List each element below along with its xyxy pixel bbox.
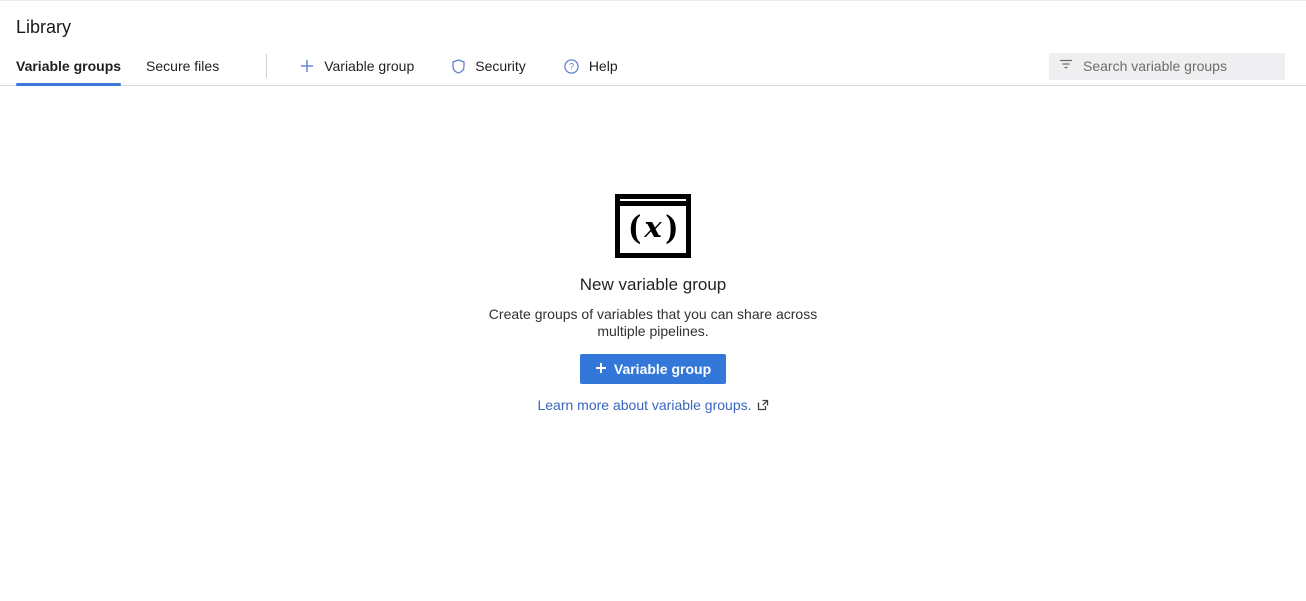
- learn-more-link[interactable]: Learn more about variable groups.: [537, 397, 751, 413]
- plus-icon: [300, 59, 314, 73]
- toolbar: Variable groups Secure files Variable gr…: [0, 47, 1306, 86]
- add-variable-group-button[interactable]: Variable group: [300, 58, 414, 74]
- security-label: Security: [475, 58, 526, 74]
- page-header: Library: [0, 1, 1306, 38]
- learn-more-row: Learn more about variable groups.: [0, 397, 1306, 413]
- add-variable-group-label: Variable group: [324, 58, 414, 74]
- help-circle-icon: ?: [564, 59, 579, 74]
- icon-paren-open: (: [628, 211, 641, 244]
- security-button[interactable]: Security: [452, 58, 526, 74]
- icon-variable-x: x: [642, 213, 663, 242]
- filter-icon: [1059, 57, 1073, 75]
- tab-variable-groups[interactable]: Variable groups: [16, 47, 121, 85]
- empty-state-description: Create groups of variables that you can …: [488, 306, 818, 340]
- help-label: Help: [589, 58, 618, 74]
- external-link-icon: [757, 399, 769, 411]
- shield-icon: [452, 59, 465, 74]
- create-variable-group-label: Variable group: [614, 361, 711, 377]
- plus-icon: [595, 361, 607, 377]
- window-titlebar: [620, 199, 686, 206]
- create-variable-group-button[interactable]: Variable group: [580, 354, 726, 384]
- icon-paren-close: ): [665, 211, 678, 244]
- tab-secure-files[interactable]: Secure files: [146, 47, 219, 85]
- help-button[interactable]: ? Help: [564, 58, 618, 74]
- empty-state-title: New variable group: [0, 275, 1306, 295]
- page-title: Library: [16, 17, 1306, 38]
- empty-state: ( x ) New variable group Create groups o…: [0, 86, 1306, 413]
- search-box[interactable]: [1049, 53, 1285, 80]
- toolbar-actions: Variable group Security ? Help: [300, 47, 617, 85]
- variable-group-window-icon: ( x ): [615, 194, 691, 258]
- svg-text:?: ?: [569, 61, 574, 71]
- search-input[interactable]: [1083, 58, 1275, 74]
- tab-variable-groups-label: Variable groups: [16, 58, 121, 74]
- tab-secure-files-label: Secure files: [146, 58, 219, 74]
- toolbar-divider: [266, 54, 267, 78]
- tab-bar: Variable groups Secure files: [16, 47, 244, 85]
